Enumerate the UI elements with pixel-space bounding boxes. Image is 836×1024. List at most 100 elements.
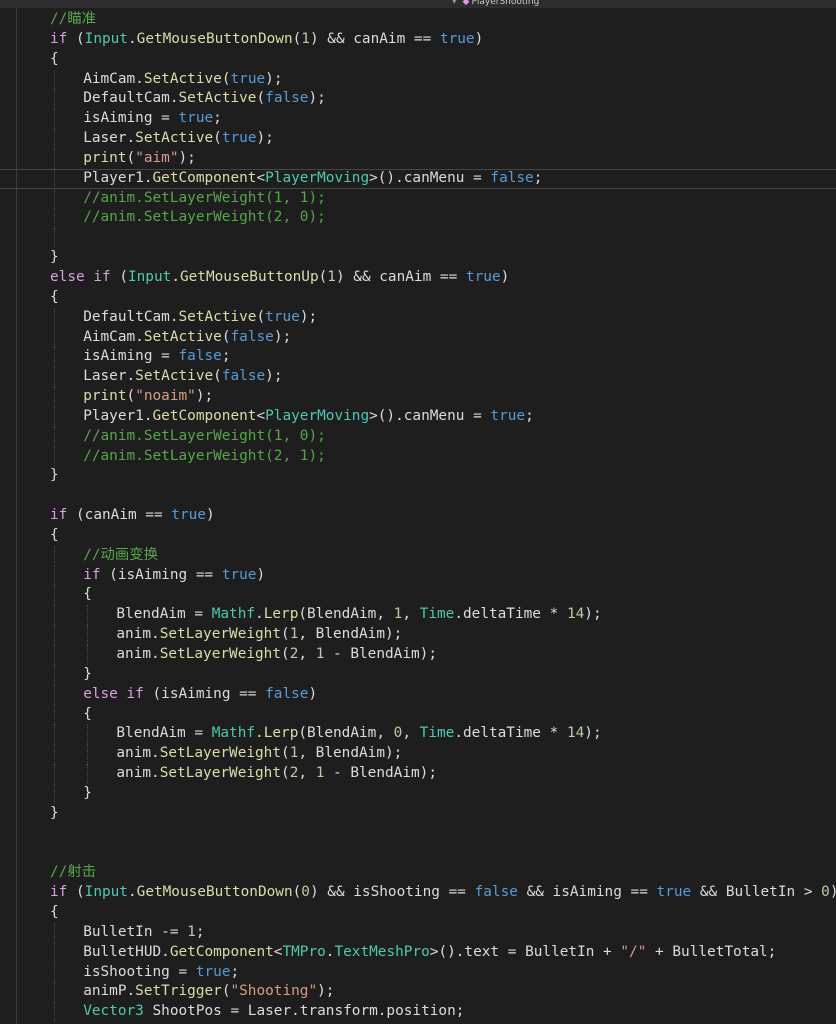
- indent-guide: [54, 565, 55, 586]
- code-token: "Shooting": [230, 983, 318, 1000]
- indent-guide: [54, 327, 55, 348]
- code-line: //anim.SetLayerWeight(1, 0);: [0, 426, 836, 447]
- code-line: {: [0, 704, 836, 725]
- code-line: DefaultCam.SetActive(true);: [0, 307, 836, 328]
- code-line: {: [0, 526, 836, 546]
- indent-guide: [54, 783, 55, 804]
- code-token: SetActive: [178, 308, 257, 325]
- code-token: print: [83, 388, 127, 405]
- indent-guide: [54, 605, 55, 626]
- code-token: );: [256, 130, 274, 147]
- indent-guide: [54, 208, 55, 229]
- code-token: (: [126, 149, 136, 166]
- indent-guide: [54, 625, 55, 645]
- navigation-bar: ▾ ◆ PlayerShooting: [0, 0, 836, 8]
- code-token: DefaultCam.: [83, 90, 179, 107]
- code-line: }: [0, 664, 836, 685]
- code-token: Input: [84, 30, 128, 47]
- breadcrumb-class-label: PlayerShooting: [471, 0, 540, 7]
- code-token: true: [171, 507, 206, 524]
- code-token: print: [83, 149, 127, 166]
- indent-guide: [54, 188, 55, 209]
- indent-guide: [54, 129, 55, 149]
- code-token: );: [178, 149, 196, 166]
- code-token: //动画变换: [83, 546, 159, 563]
- code-lines: //瞄准 if (Input.GetMouseButtonDown(1) && c…: [0, 10, 836, 1023]
- code-token: ,: [402, 725, 420, 742]
- code-token: ;: [230, 963, 240, 980]
- indent-guide: [54, 1002, 55, 1023]
- code-editor[interactable]: //瞄准 if (Input.GetMouseButtonDown(1) && c…: [0, 8, 836, 1024]
- code-token: Laser.: [83, 130, 136, 147]
- code-token: false: [265, 685, 309, 702]
- code-token: );: [273, 328, 292, 345]
- code-token: ;: [533, 169, 543, 186]
- code-token: );: [299, 308, 318, 325]
- code-token: SetActive: [143, 70, 222, 87]
- code-token: .: [255, 606, 264, 623]
- code-line: if (Input.GetMouseButtonDown(0) && isSho…: [0, 883, 836, 903]
- code-token: {: [50, 526, 59, 543]
- code-token: SetActive: [143, 328, 222, 345]
- code-token: false: [221, 368, 266, 385]
- code-token: ;: [213, 110, 222, 127]
- code-token: ,: [402, 606, 420, 623]
- code-token: anim.: [116, 626, 160, 643]
- code-line: if (canAim == true): [0, 506, 836, 526]
- code-token: );: [265, 70, 283, 87]
- code-token: true: [465, 268, 501, 285]
- indent-guide: [54, 942, 55, 963]
- code-line: else if (Input.GetMouseButtonUp(1) && ca…: [0, 268, 836, 288]
- code-token: (: [126, 388, 136, 405]
- code-token: }: [83, 784, 92, 801]
- code-token: isAiming =: [83, 348, 179, 365]
- code-token: false: [265, 90, 309, 107]
- indent-guide: [54, 69, 55, 90]
- code-token: AimCam.: [83, 70, 144, 87]
- code-token: (isAiming ==: [143, 685, 266, 702]
- code-token: //anim.SetLayerWeight(2, 1);: [83, 447, 326, 464]
- code-token: Time: [419, 725, 455, 742]
- code-token: , BlendAim);: [298, 626, 403, 643]
- member-dropdown[interactable]: ▾ ◆ PlayerShooting: [452, 0, 539, 8]
- code-token: true: [439, 30, 475, 47]
- code-line: isAiming = true;: [0, 109, 836, 130]
- code-token: "aim": [135, 149, 179, 166]
- code-token: GetMouseButtonUp: [179, 268, 319, 285]
- code-token: );: [195, 388, 214, 405]
- code-token: DefaultCam.: [83, 308, 179, 325]
- code-token: SetLayerWeight: [159, 745, 282, 762]
- code-token: ): [500, 268, 510, 285]
- indent-guide: [54, 148, 55, 169]
- indent-guide: [54, 764, 55, 784]
- indent-guide: [54, 367, 55, 388]
- code-token: ;: [525, 407, 534, 424]
- code-line: AimCam.SetActive(false);: [0, 327, 836, 348]
- code-line: Vector3 ShootPos = Laser.transform.posit…: [0, 1002, 836, 1023]
- code-token: , BlendAim);: [298, 745, 403, 762]
- code-token: .: [127, 884, 137, 901]
- code-token: (: [221, 70, 231, 87]
- indent-guide: [54, 684, 55, 705]
- code-line: {: [0, 288, 836, 308]
- code-token: >().canMenu =: [369, 169, 491, 186]
- code-token: (: [281, 626, 290, 643]
- code-line: anim.SetLayerWeight(1, BlendAim);: [0, 625, 836, 645]
- code-token: BlendAim =: [116, 606, 212, 623]
- code-line: anim.SetLayerWeight(2, 1 - BlendAim);: [0, 764, 836, 784]
- code-token: //anim.SetLayerWeight(1, 0);: [83, 427, 326, 444]
- code-line: //瞄准: [0, 10, 836, 30]
- code-token: );: [584, 725, 602, 742]
- chevron-down-icon: ▾: [452, 0, 457, 7]
- code-token: anim.: [116, 765, 160, 782]
- code-token: - BlendAim);: [324, 646, 437, 662]
- indent-guide: [54, 228, 55, 249]
- indent-guide: [54, 426, 55, 447]
- indent-guide: [54, 446, 55, 467]
- indent-guide: [87, 625, 88, 645]
- code-token: 1: [187, 923, 196, 940]
- code-token: else if: [50, 268, 111, 285]
- code-token: true: [221, 566, 257, 583]
